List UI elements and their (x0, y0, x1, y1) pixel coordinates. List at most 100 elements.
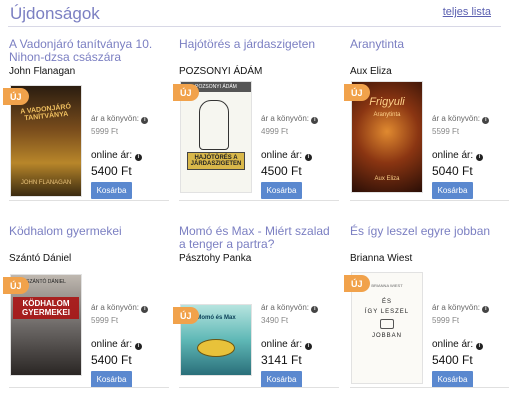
book-cover-link[interactable]: Frigyuli Aranytinta Aux Eliza ÚJ (344, 82, 426, 194)
price-box: ár a könyvön: i 5999 Ft online ár: i 540… (91, 303, 171, 388)
card-divider (350, 387, 509, 388)
online-price: 5400 Ft (91, 353, 132, 367)
card-divider (179, 387, 339, 388)
book-title-link[interactable]: És így leszel egyre jobban (350, 225, 509, 238)
book-price-label: ár a könyvön: (261, 114, 310, 123)
info-icon[interactable]: i (304, 343, 312, 350)
book-title-link[interactable]: A Vadonjáró tanítványa 10. Nihon-dzsa cs… (9, 38, 169, 64)
book-author: Brianna Wiest (350, 253, 413, 264)
cover-illustration (380, 319, 394, 329)
new-badge: ÚJ (173, 307, 199, 324)
header-divider (8, 26, 501, 27)
card-divider (9, 200, 169, 201)
online-price: 4500 Ft (261, 164, 302, 178)
info-icon[interactable]: i (475, 343, 483, 350)
online-price-label: online ár: (91, 150, 133, 161)
price-box: ár a könyvön: i 5999 Ft online ár: i 540… (91, 114, 171, 199)
online-price: 5400 Ft (432, 353, 473, 367)
card-divider (350, 200, 509, 201)
book-cover-link[interactable]: Momó és Max ÚJ (173, 305, 255, 400)
book-card: Hajótörés a járdaszigeten POZSONYI ÁDÁM … (173, 38, 341, 208)
book-cover-link[interactable]: SZÁNTÓ DÁNIEL KÖDHALOM GYERMEKEI ÚJ (3, 275, 85, 387)
info-icon[interactable]: i (134, 343, 142, 350)
book-title-link[interactable]: Aranytinta (350, 38, 509, 51)
book-price-label: ár a könyvön: (91, 303, 140, 312)
book-author: Szántó Dániel (9, 253, 72, 264)
add-to-cart-button[interactable]: Kosárba (91, 371, 132, 388)
new-badge: ÚJ (3, 88, 29, 105)
new-badge: ÚJ (173, 84, 199, 101)
new-badge: ÚJ (344, 275, 370, 292)
book-title-link[interactable]: Hajótörés a járdaszigeten (179, 38, 339, 51)
book-card: Ködhalom gyermekei Szántó Dániel SZÁNTÓ … (3, 225, 171, 395)
book-card: Momó és Max - Miért szalad a tenger a pa… (173, 225, 341, 395)
book-price: 5599 Ft (432, 127, 460, 136)
add-to-cart-button[interactable]: Kosárba (432, 371, 473, 388)
book-cover-link[interactable]: A VADONJÁRÓ TANÍTVÁNYA JOHN FLANAGAN ÚJ (3, 86, 85, 198)
card-divider (9, 387, 169, 388)
add-to-cart-button[interactable]: Kosárba (261, 182, 302, 199)
add-to-cart-button[interactable]: Kosárba (432, 182, 473, 199)
add-to-cart-button[interactable]: Kosárba (91, 182, 132, 199)
price-box: ár a könyvön: i 3490 Ft online ár: i 314… (261, 303, 341, 388)
cover-illustration (197, 339, 235, 357)
info-icon[interactable]: i (141, 306, 149, 313)
cover-title: KÖDHALOM GYERMEKEI (13, 297, 79, 319)
cover-title-line: ÍGY LESZEL (364, 309, 410, 315)
cover-title-line: JOBBAN (371, 333, 402, 339)
online-price-label: online ár: (432, 339, 474, 350)
online-price-label: online ár: (432, 150, 474, 161)
book-author: POZSONYI ÁDÁM (179, 66, 263, 77)
info-icon[interactable]: i (134, 154, 142, 161)
new-badge: ÚJ (344, 84, 370, 101)
cover-title: HAJÓTÖRÉS A JÁRDASZIGETEN (187, 152, 245, 170)
info-icon[interactable]: i (475, 154, 483, 161)
cover-author: Aux Eliza (374, 176, 400, 182)
price-box: ár a könyvön: i 5599 Ft online ár: i 504… (432, 114, 509, 199)
online-price-label: online ár: (261, 150, 303, 161)
section-header: Újdonságok teljes lista (0, 0, 509, 27)
book-card: Aranytinta Aux Eliza Frigyuli Aranytinta… (344, 38, 509, 208)
online-price: 5040 Ft (432, 164, 473, 178)
book-price: 4999 Ft (261, 127, 289, 136)
book-price-label: ár a könyvön: (261, 303, 310, 312)
info-icon[interactable]: i (482, 117, 490, 124)
book-price-label: ár a könyvön: (91, 114, 140, 123)
book-price: 5999 Ft (432, 316, 460, 325)
cover-title-line: ÉS (381, 299, 392, 305)
info-icon[interactable]: i (311, 117, 319, 124)
section-title: Újdonságok (10, 4, 100, 23)
add-to-cart-button[interactable]: Kosárba (261, 371, 302, 388)
info-icon[interactable]: i (304, 154, 312, 161)
book-price-label: ár a könyvön: (432, 114, 481, 123)
full-list-link[interactable]: teljes lista (443, 6, 491, 18)
book-cover-link[interactable]: BRIANNA WIEST ÉS ÍGY LESZEL JOBBAN ÚJ (344, 273, 426, 385)
price-box: ár a könyvön: i 5999 Ft online ár: i 540… (432, 303, 509, 388)
book-price: 5999 Ft (91, 316, 119, 325)
info-icon[interactable]: i (141, 117, 149, 124)
new-badge: ÚJ (3, 277, 29, 294)
cover-title: A VADONJÁRÓ TANÍTVÁNYA (19, 103, 72, 123)
card-divider (179, 200, 339, 201)
price-box: ár a könyvön: i 4999 Ft online ár: i 450… (261, 114, 341, 199)
online-price-label: online ár: (91, 339, 133, 350)
book-cover-link[interactable]: POZSONYI ÁDÁM HAJÓTÖRÉS A JÁRDASZIGETEN … (173, 82, 255, 194)
book-price: 3490 Ft (261, 316, 289, 325)
book-price: 5999 Ft (91, 127, 119, 136)
book-author: Pásztohy Panka (179, 253, 252, 264)
book-author: John Flanagan (9, 66, 76, 77)
cover-subtitle: Aranytinta (373, 112, 401, 118)
book-title-link[interactable]: Momó és Max - Miért szalad a tenger a pa… (179, 225, 339, 251)
online-price-label: online ár: (261, 339, 303, 350)
book-author: Aux Eliza (350, 66, 392, 77)
info-icon[interactable]: i (311, 306, 319, 313)
cover-illustration (199, 100, 229, 150)
info-icon[interactable]: i (482, 306, 490, 313)
book-card: A Vadonjáró tanítványa 10. Nihon-dzsa cs… (3, 38, 171, 208)
book-title-link[interactable]: Ködhalom gyermekei (9, 225, 169, 238)
online-price: 3141 Ft (261, 353, 302, 367)
book-price-label: ár a könyvön: (432, 303, 481, 312)
online-price: 5400 Ft (91, 164, 132, 178)
cover-author: JOHN FLANAGAN (20, 180, 72, 186)
book-card: És így leszel egyre jobban Brianna Wiest… (344, 225, 509, 395)
